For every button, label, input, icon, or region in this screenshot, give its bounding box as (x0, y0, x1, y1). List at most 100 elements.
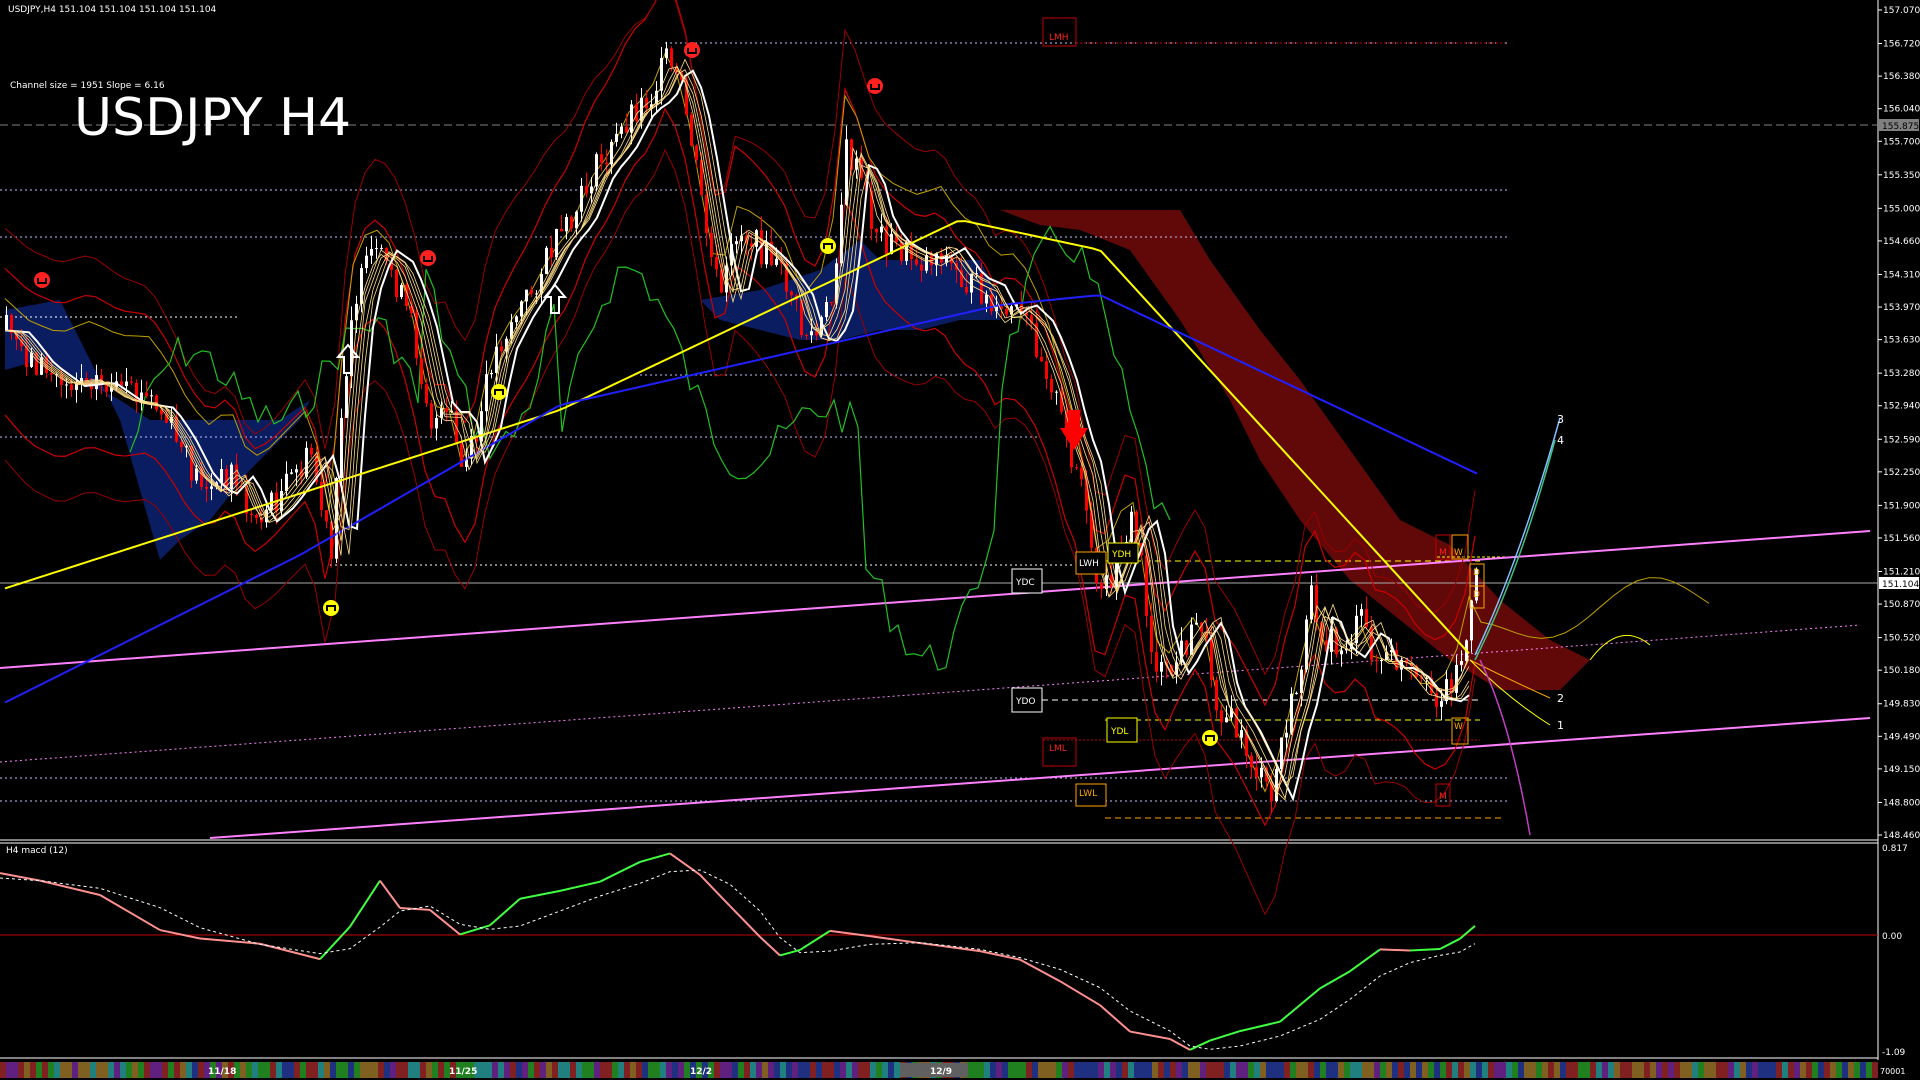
timebar-cell (1734, 1062, 1740, 1078)
timebar-cell (1116, 1062, 1122, 1078)
candle-body (830, 302, 833, 304)
timebar-cell (438, 1062, 444, 1078)
timebar-cell (1824, 1062, 1830, 1078)
candle-body (690, 114, 693, 146)
price-tick-label: 155.350 (1883, 171, 1920, 181)
candle-body (395, 269, 398, 298)
candle-body (365, 255, 368, 269)
timebar-cell (132, 1062, 138, 1078)
candle-body (710, 233, 713, 258)
timebar-cell (402, 1062, 408, 1078)
timebar-cell (1032, 1062, 1038, 1078)
candle-body (345, 376, 348, 418)
candle-body (1340, 650, 1343, 655)
timebar-cell (1026, 1062, 1032, 1078)
timebar-cell (738, 1062, 744, 1078)
timebar-cell (1752, 1062, 1758, 1078)
fractal-up-marker (684, 42, 700, 58)
timebar-cell (762, 1062, 768, 1078)
timebar-cell (1560, 1062, 1566, 1078)
timebar-cell (720, 1062, 726, 1078)
timebar-cell (1434, 1062, 1440, 1078)
fractal-down-marker (491, 384, 507, 400)
timebar-cell (1872, 1062, 1878, 1078)
timebar-cell (1686, 1062, 1692, 1078)
candle-body (1145, 555, 1148, 616)
timebar-cell (1122, 1062, 1128, 1078)
timebar-cell (330, 1062, 336, 1078)
timebar-cell (504, 1062, 510, 1078)
candle-body (400, 284, 403, 298)
macd-tick-bottom: -1.09 (1882, 1048, 1906, 1058)
timebar-cell (48, 1062, 54, 1078)
price-tick-label: 154.310 (1883, 270, 1920, 280)
timebar-cell (1158, 1062, 1164, 1078)
candle-body (190, 445, 193, 481)
timebar-cell (1146, 1062, 1152, 1078)
timebar-cell (870, 1062, 876, 1078)
timebar-cell (1530, 1062, 1536, 1078)
candle-body (880, 226, 883, 233)
price-tick-label: 150.180 (1883, 666, 1920, 676)
timebar-cell (174, 1062, 180, 1078)
timebar-cell (888, 1062, 894, 1078)
timebar-cell (354, 1062, 360, 1078)
candle-body (1260, 767, 1263, 778)
timebar-cell (1386, 1062, 1392, 1078)
date-label-1: 11/18 (208, 1067, 236, 1077)
macd-tick-top: 0.817 (1882, 844, 1908, 854)
candle-body (665, 48, 668, 58)
timebar-cell (1398, 1062, 1404, 1078)
timebar-cell (138, 1062, 144, 1078)
timebar-cell (42, 1062, 48, 1078)
timebar-cell (66, 1062, 72, 1078)
chart-canvas[interactable]: 157.070 156.720 156.380 156.040 155.700 155.3… (0, 0, 1920, 1080)
timebar-cell (528, 1062, 534, 1078)
candle-body (530, 289, 533, 294)
price-tick-label: 156.040 (1883, 105, 1920, 115)
timebar-cell (1746, 1062, 1752, 1078)
svg-text:LMH: LMH (1049, 33, 1069, 43)
timebar-cell (1848, 1062, 1854, 1078)
timebar-cell (1020, 1062, 1026, 1078)
timebar-cell (1764, 1062, 1770, 1078)
timebar-cell (342, 1062, 348, 1078)
timebar-cell (1650, 1062, 1656, 1078)
timebar-cell (1344, 1062, 1350, 1078)
timebar-cell (18, 1062, 24, 1078)
timebar-cell (1014, 1062, 1020, 1078)
timebar-cell (1422, 1062, 1428, 1078)
candle-body (1240, 730, 1243, 738)
timebar-cell (594, 1062, 600, 1078)
timebar-cell (840, 1062, 846, 1078)
candle-body (1310, 585, 1313, 620)
timebar-cell (1308, 1062, 1314, 1078)
timebar-cell (1836, 1062, 1842, 1078)
timebar-cell (558, 1062, 564, 1078)
timebar-cell (1722, 1062, 1728, 1078)
candle-body (440, 408, 443, 418)
candle-body (810, 331, 813, 336)
candle-body (605, 162, 608, 165)
timebar-cell (1326, 1062, 1332, 1078)
timebar-cell (1176, 1062, 1182, 1078)
candle-body (355, 303, 358, 321)
timebar-cell (288, 1062, 294, 1078)
candle-body (1160, 661, 1163, 672)
candle-body (715, 257, 718, 270)
candle-body (130, 381, 133, 383)
candle-body (555, 228, 558, 258)
price-tick-label: 150.520 (1883, 634, 1920, 644)
candle-body (1380, 660, 1383, 662)
timebar-cell (1656, 1062, 1662, 1078)
timebar-cell (486, 1062, 492, 1078)
price-tick-label: 153.970 (1883, 303, 1920, 313)
timebar-cell (816, 1062, 822, 1078)
fractal-down-marker (1202, 730, 1218, 746)
candle-body (285, 473, 288, 491)
timebar-cell (756, 1062, 762, 1078)
timebar-cell (1590, 1062, 1596, 1078)
timebar-cell (1128, 1062, 1134, 1078)
timebar-cell (1428, 1062, 1434, 1078)
price-tick-label: 150.870 (1883, 600, 1920, 610)
